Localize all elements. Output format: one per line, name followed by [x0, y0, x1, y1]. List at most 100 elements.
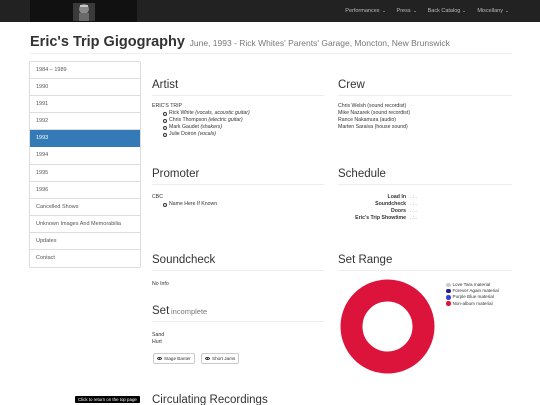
eye-icon: [157, 357, 162, 360]
schedule-label: Load In: [387, 194, 406, 200]
artist-heading: Artist: [152, 79, 179, 91]
divider: [338, 270, 512, 271]
sidebar-item-updates[interactable]: Updates: [30, 233, 140, 251]
schedule-label: Soundcheck: [375, 201, 406, 207]
divider: [338, 95, 512, 96]
page-title: Eric's Trip Gigography: [30, 34, 185, 50]
member-name: Rick White: [169, 110, 194, 116]
circulating-recordings-heading: Circulating Recordings: [152, 394, 268, 405]
crew-member: Marten Saraiva (house sound): [338, 124, 408, 130]
legend-swatch: [446, 301, 451, 306]
member-role: (vocals): [197, 131, 217, 137]
set-heading-group: Set incomplete: [152, 305, 207, 317]
sidebar-item-contact[interactable]: Contact: [30, 250, 140, 267]
crew-list: Chris Welsh (sound recordist) Mike Nazar…: [338, 103, 410, 131]
page-subtitle: June, 1993 - Rick Whites' Parents' Garag…: [189, 38, 450, 48]
divider: [152, 95, 324, 96]
schedule-value: ..:..: [410, 215, 418, 221]
caret-down-icon: [382, 10, 385, 12]
legend-swatch: [446, 282, 451, 288]
sidebar-item-unknown-images[interactable]: Unknown Images And Memorabilia: [30, 216, 140, 233]
promoter-name: CBC: [152, 194, 163, 200]
member-list: Rick White (vocals, acoustic guitar) Chr…: [152, 110, 250, 138]
sidebar-item-1996[interactable]: 1996: [30, 182, 140, 199]
schedule-value: ..:..: [410, 201, 418, 207]
schedule-value: ..:..: [410, 208, 418, 214]
sidebar-item-1995[interactable]: 1995: [30, 165, 140, 182]
member-item: Rick White (vocals, acoustic guitar): [152, 110, 250, 117]
nav-label: Back Catalog: [427, 8, 461, 14]
year-sidebar: 1984 – 1989 1990 1991 1992 1993 1994 199…: [29, 61, 141, 269]
nav-label: Performances: [345, 8, 380, 14]
set-range-legend: Love Tara material Forever Again materia…: [446, 282, 512, 307]
logo[interactable]: [30, 0, 137, 22]
member-role: (vocals, acoustic guitar): [195, 110, 250, 116]
member-item: Chris Thompson (electric guitar): [152, 117, 250, 124]
legend-label: Non-album material: [452, 300, 493, 306]
promoter-heading: Promoter: [152, 168, 200, 180]
set-range-heading: Set Range: [338, 254, 393, 266]
crew-heading: Crew: [338, 79, 365, 91]
top-navbar: Performances Press Back Catalog Miscella…: [0, 0, 540, 22]
schedule-label: Eric's Trip Showtime: [355, 215, 406, 221]
nav-back-catalog-dropdown[interactable]: Back Catalog: [422, 8, 472, 14]
nav-press-dropdown[interactable]: Press: [391, 8, 422, 14]
song-item: Sand: [152, 332, 165, 338]
divider: [338, 184, 512, 185]
sidebar-item-1991[interactable]: 1991: [30, 96, 140, 114]
member-name: Chris Thompson: [169, 117, 207, 123]
nav-menu: Performances Press Back Catalog Miscella…: [339, 0, 514, 22]
promoter-item: Name Here If Known: [152, 201, 217, 208]
nav-miscellany-dropdown[interactable]: Miscellany: [471, 8, 514, 14]
nav-performances-dropdown[interactable]: Performances: [339, 8, 390, 14]
member-name: Julie Doiron: [169, 131, 197, 137]
nav-label: Miscellany: [477, 8, 503, 14]
logo-image: [73, 3, 95, 21]
band-name: ERIC'S TRIP: [152, 103, 183, 109]
sidebar-item-1984-1989[interactable]: 1984 – 1989: [30, 62, 140, 80]
member-item: Mark Gaudet (shakers): [152, 124, 250, 131]
page-header: Eric's Trip Gigography June, 1993 - Rick…: [30, 34, 512, 54]
song-item: Hurt: [152, 339, 162, 345]
set-range-donut-chart: [340, 279, 435, 374]
member-name: Mark Gaudet: [169, 124, 199, 130]
schedule-label: Doors: [391, 208, 406, 214]
soundcheck-text: No Info: [152, 281, 169, 287]
sidebar-item-cancelled-shows[interactable]: Cancelled Shows: [30, 199, 140, 216]
button-label: Short Jams: [212, 356, 236, 361]
sidebar-item-1990[interactable]: 1990: [30, 79, 140, 97]
set-status: incomplete: [170, 307, 208, 316]
caret-down-icon: [463, 10, 466, 12]
eye-icon: [205, 357, 210, 360]
schedule-heading: Schedule: [338, 168, 386, 180]
sidebar-item-1993[interactable]: 1993: [30, 130, 140, 148]
promoter-block: CBC Name Here If Known: [152, 194, 217, 208]
soundcheck-heading: Soundcheck: [152, 254, 216, 266]
member-role: (electric guitar): [208, 117, 243, 123]
artist-block: ERIC'S TRIP Rick White (vocals, acoustic…: [152, 103, 250, 138]
legend-swatch: [446, 288, 451, 294]
legend-swatch: [446, 295, 451, 300]
legend-item: Non-album material: [446, 301, 512, 307]
promoter-list: Name Here If Known: [152, 201, 217, 208]
crew-member: Chris Welsh (sound recordist): [338, 103, 407, 109]
schedule-value: ..:..: [410, 194, 418, 200]
donut-slice: [340, 279, 435, 374]
crew-member: Mike Nazarek (sound recordist): [338, 110, 411, 116]
back-to-top-tooltip: Click to return on the top page: [75, 396, 140, 403]
caret-down-icon: [413, 10, 416, 12]
sidebar-item-1994[interactable]: 1994: [30, 147, 140, 165]
divider: [152, 321, 324, 322]
member-item: Julie Doiron (vocals): [152, 131, 250, 138]
caret-down-icon: [506, 10, 508, 12]
sidebar-item-1992[interactable]: 1992: [30, 113, 140, 131]
schedule-table: Load In..:.. Soundcheck..:.. Doors..:.. …: [340, 194, 440, 222]
member-role: (shakers): [200, 124, 223, 130]
stage-banter-button[interactable]: Stage Banter: [153, 353, 195, 364]
set-list: Sand Hurt: [152, 332, 164, 346]
set-heading: Set: [152, 305, 170, 317]
divider: [152, 270, 324, 271]
button-label: Stage Banter: [164, 356, 191, 361]
short-jams-button[interactable]: Short Jams: [201, 353, 240, 364]
nav-label: Press: [396, 8, 411, 14]
